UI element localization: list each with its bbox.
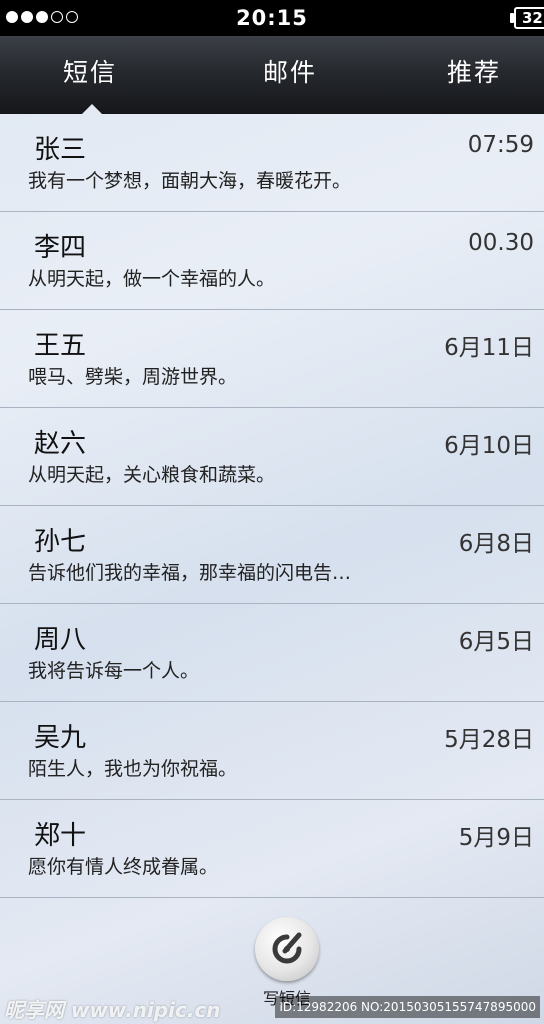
message-row[interactable]: 周八 6月5日 我将告诉每一个人。 — [0, 604, 544, 702]
message-preview: 喂马、劈柴，周游世界。 — [28, 366, 238, 388]
message-time: 6月5日 — [458, 629, 534, 655]
contact-name: 赵六 — [34, 429, 87, 459]
message-preview: 愿你有情人终成眷属。 — [28, 856, 219, 878]
message-row[interactable]: 张三 07:59 我有一个梦想，面朝大海，春暖花开。 — [0, 114, 544, 212]
compose-icon — [272, 932, 302, 964]
message-time: 07:59 — [467, 132, 534, 158]
message-row[interactable]: 王五 6月11日 喂马、劈柴，周游世界。 — [0, 310, 544, 408]
message-row[interactable]: 郑十 5月9日 愿你有情人终成眷属。 — [0, 800, 544, 898]
message-preview: 从明天起，关心粮食和蔬菜。 — [28, 464, 276, 486]
message-preview: 陌生人，我也为你祝福。 — [28, 758, 238, 780]
tab-sms[interactable]: 短信 — [40, 36, 140, 114]
watermark-id: ID:12982206 NO:20150305155747895000 — [275, 996, 540, 1018]
message-preview: 我有一个梦想，面朝大海，春暖花开。 — [28, 170, 352, 192]
contact-name: 周八 — [34, 625, 87, 655]
message-row[interactable]: 孙七 6月8日 告诉他们我的幸福，那幸福的闪电告… — [0, 506, 544, 604]
message-preview: 从明天起，做一个幸福的人。 — [28, 268, 276, 290]
message-time: 5月28日 — [444, 727, 534, 753]
message-row[interactable]: 李四 00.30 从明天起，做一个幸福的人。 — [0, 212, 544, 310]
contact-name: 张三 — [34, 135, 87, 165]
message-row[interactable]: 赵六 6月10日 从明天起，关心粮食和蔬菜。 — [0, 408, 544, 506]
message-time: 6月8日 — [458, 531, 534, 557]
message-preview: 我将告诉每一个人。 — [28, 660, 200, 682]
tab-recommend[interactable]: 推荐 — [424, 36, 524, 114]
contact-name: 李四 — [34, 233, 87, 263]
watermark-logo: 昵享网 www.nipic.cn — [4, 998, 221, 1022]
contact-name: 孙七 — [34, 527, 87, 557]
tab-bar: 短信 邮件 推荐 — [0, 36, 544, 114]
message-list: 张三 07:59 我有一个梦想，面朝大海，春暖花开。 李四 00.30 从明天起… — [0, 114, 544, 898]
message-preview: 告诉他们我的幸福，那幸福的闪电告… — [28, 562, 352, 584]
message-time: 00.30 — [468, 230, 534, 256]
message-row[interactable]: 吴九 5月28日 陌生人，我也为你祝福。 — [0, 702, 544, 800]
status-time: 20:15 — [236, 6, 308, 30]
message-time: 6月11日 — [444, 335, 534, 361]
message-time: 5月9日 — [458, 825, 534, 851]
compose-button[interactable] — [255, 917, 319, 981]
contact-name: 吴九 — [34, 723, 87, 753]
battery-icon: 32 — [514, 7, 544, 29]
contact-name: 王五 — [34, 331, 87, 361]
status-bar: 20:15 32 — [0, 0, 544, 36]
active-tab-indicator — [82, 104, 102, 114]
contact-name: 郑十 — [34, 821, 87, 851]
tab-mail[interactable]: 邮件 — [240, 36, 340, 114]
message-time: 6月10日 — [444, 433, 534, 459]
